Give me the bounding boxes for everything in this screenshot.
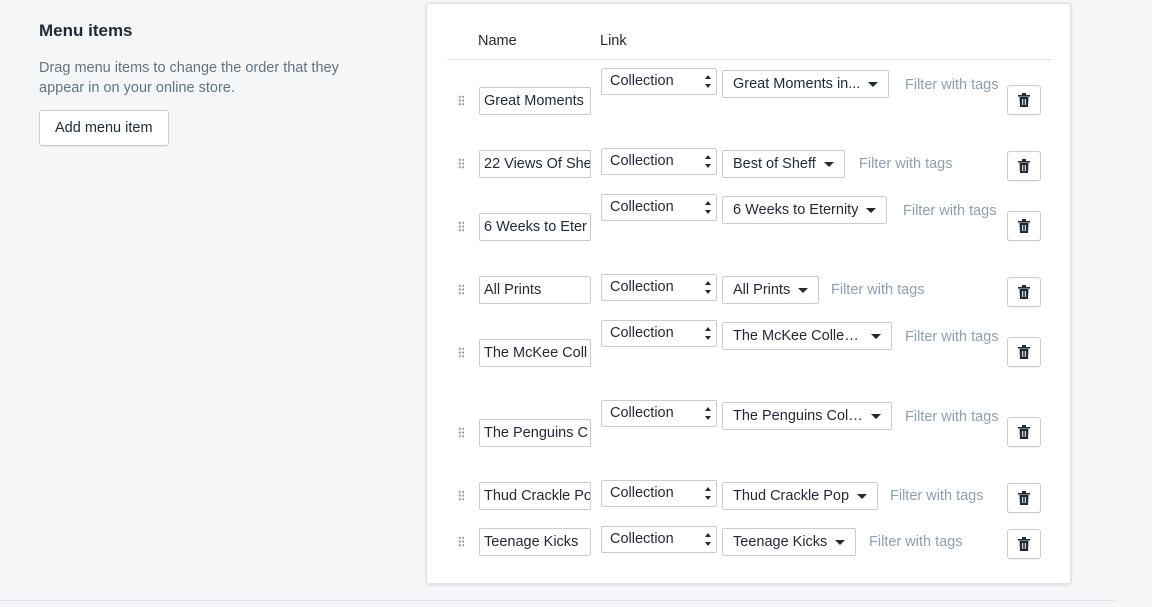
- page-divider: [0, 600, 1115, 601]
- link-type-select[interactable]: Collection: [601, 480, 717, 507]
- collection-dropdown[interactable]: Thud Crackle Pop: [722, 482, 879, 510]
- drag-handle-icon[interactable]: [458, 221, 464, 232]
- header-divider: [447, 59, 1052, 60]
- select-arrows-icon: [705, 533, 712, 546]
- filter-with-tags-link[interactable]: Filter with tags: [859, 147, 952, 181]
- drag-handle-icon[interactable]: [458, 427, 464, 438]
- section-description: Drag menu items to change the order that…: [39, 60, 339, 96]
- trash-icon: [1018, 425, 1030, 439]
- filter-with-tags-link[interactable]: Filter with tags: [831, 273, 924, 307]
- drag-handle-icon[interactable]: [458, 347, 464, 358]
- drag-handle-icon[interactable]: [458, 490, 464, 501]
- link-type-select[interactable]: Collection: [601, 274, 717, 301]
- collection-value: Thud Crackle Pop: [733, 488, 850, 504]
- trash-icon: [1018, 345, 1030, 359]
- delete-item-button[interactable]: [1007, 337, 1041, 367]
- menu-item-name-input[interactable]: Teenage Kicks: [479, 528, 591, 556]
- delete-item-button[interactable]: [1007, 151, 1041, 181]
- collection-dropdown[interactable]: All Prints: [722, 276, 820, 304]
- link-type-select[interactable]: Collection: [601, 148, 717, 175]
- delete-item-button[interactable]: [1007, 277, 1041, 307]
- collection-dropdown[interactable]: Teenage Kicks: [722, 528, 857, 556]
- drag-handle-icon[interactable]: [458, 158, 464, 169]
- drag-handle-icon[interactable]: [458, 284, 464, 295]
- trash-icon: [1018, 219, 1030, 233]
- menu-item-name-input[interactable]: Thud Crackle Po: [479, 482, 591, 510]
- menu-item-name-input[interactable]: 22 Views Of She: [479, 150, 591, 178]
- collection-value: All Prints: [733, 282, 791, 298]
- link-type-value: Collection: [610, 485, 674, 501]
- filter-with-tags-link[interactable]: Filter with tags: [601, 194, 1001, 228]
- link-type-select[interactable]: Collection: [601, 526, 717, 553]
- delete-item-button[interactable]: [1007, 483, 1041, 513]
- caret-down-icon: [798, 287, 809, 293]
- menu-item-name-input[interactable]: 6 Weeks to Eter: [479, 213, 591, 241]
- filter-with-tags-link[interactable]: Filter with tags: [869, 525, 962, 559]
- menu-item-name-input[interactable]: Great Moments: [479, 87, 591, 115]
- filter-with-tags-link[interactable]: Filter with tags: [890, 479, 983, 513]
- filter-with-tags-link[interactable]: Filter with tags: [601, 320, 1001, 354]
- link-type-value: Collection: [610, 153, 674, 169]
- caret-down-icon: [857, 493, 868, 499]
- collection-value: Best of Sheff: [733, 156, 816, 172]
- link-type-value: Collection: [610, 279, 674, 295]
- menu-item-name-input[interactable]: The McKee Coll: [479, 339, 591, 367]
- link-type-value: Collection: [610, 531, 674, 547]
- trash-icon: [1018, 537, 1030, 551]
- delete-item-button[interactable]: [1007, 417, 1041, 447]
- select-arrows-icon: [705, 155, 712, 168]
- menu-item-name-input[interactable]: All Prints: [479, 276, 591, 304]
- menu-items-card: Name Link Great Moments Collection Great…: [426, 3, 1071, 584]
- trash-icon: [1018, 93, 1030, 107]
- trash-icon: [1018, 285, 1030, 299]
- select-arrows-icon: [705, 487, 712, 500]
- column-header-name: Name: [478, 33, 517, 49]
- caret-down-icon: [835, 539, 846, 545]
- drag-handle-icon[interactable]: [458, 95, 464, 106]
- trash-icon: [1018, 159, 1030, 173]
- menu-item-name-input[interactable]: The Penguins C: [479, 419, 591, 447]
- delete-item-button[interactable]: [1007, 85, 1041, 115]
- delete-item-button[interactable]: [1007, 211, 1041, 241]
- delete-item-button[interactable]: [1007, 529, 1041, 559]
- collection-value: Teenage Kicks: [733, 534, 828, 550]
- menu-items-section: Menu items Drag menu items to change the…: [39, 20, 379, 146]
- caret-down-icon: [823, 161, 834, 167]
- filter-with-tags-link[interactable]: Filter with tags: [601, 68, 1001, 102]
- section-title: Menu items: [39, 21, 133, 40]
- add-menu-item-button[interactable]: Add menu item: [39, 110, 169, 146]
- column-header-link: Link: [600, 33, 627, 49]
- select-arrows-icon: [705, 281, 712, 294]
- filter-with-tags-link[interactable]: Filter with tags: [601, 400, 1001, 434]
- trash-icon: [1018, 491, 1030, 505]
- collection-dropdown[interactable]: Best of Sheff: [722, 150, 845, 178]
- drag-handle-icon[interactable]: [458, 536, 464, 547]
